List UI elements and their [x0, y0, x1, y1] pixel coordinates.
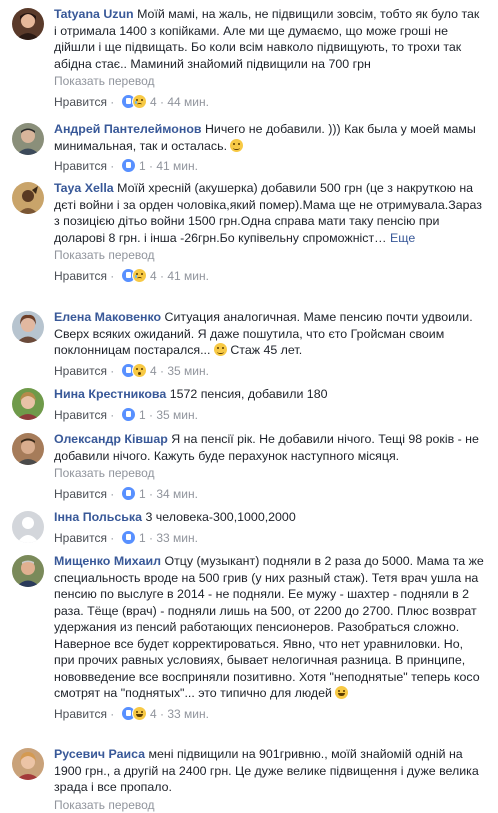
comment-time[interactable]: 33 мин. — [156, 531, 198, 545]
like-reaction-icon — [121, 486, 136, 501]
reactions-badge[interactable] — [121, 706, 147, 726]
reaction-count: 4 — [150, 707, 157, 721]
smile-emoji-icon — [214, 343, 227, 356]
comment-text: Моїй хресній (акушерка) добавили 500 грн… — [54, 181, 482, 245]
comment-time[interactable]: 33 мин. — [167, 707, 209, 721]
comment-actions: Нравится · 4 · 41 мин. — [54, 268, 484, 288]
show-translation-link[interactable]: Показать перевод — [54, 797, 484, 813]
like-reaction-icon — [121, 407, 136, 422]
comment-time[interactable]: 41 мин. — [167, 269, 209, 283]
comment-author[interactable]: Tatyana Uzun — [54, 7, 134, 21]
avatar[interactable] — [12, 311, 44, 343]
like-button[interactable]: Нравится — [54, 269, 107, 283]
avatar[interactable] — [12, 555, 44, 587]
reactions-badge[interactable] — [121, 486, 136, 506]
comment-author[interactable]: Русевич Раиса — [54, 747, 145, 761]
show-translation-link[interactable]: Показать перевод — [54, 73, 484, 90]
avatar[interactable] — [12, 388, 44, 420]
avatar[interactable] — [12, 123, 44, 155]
comment-actions: Нравится · 1 · 41 мин. — [54, 158, 484, 178]
comment-actions: Нравится · 4 · 44 мин. — [54, 94, 484, 114]
comment-actions: Нравится · 4 · 33 мин. — [54, 706, 484, 726]
comment-author[interactable]: Інна Польська — [54, 510, 142, 524]
haha-reaction-icon — [132, 706, 147, 721]
avatar[interactable] — [12, 433, 44, 465]
reactions-badge[interactable] — [121, 530, 136, 550]
like-button[interactable]: Нравится — [54, 364, 107, 378]
comment-actions: Нравится · 4 · 35 мин. — [54, 363, 484, 383]
reaction-count: 1 — [139, 531, 146, 545]
sad-reaction-icon — [132, 94, 147, 109]
reaction-count: 1 — [139, 408, 146, 422]
reactions-badge[interactable] — [121, 407, 136, 427]
show-translation-link[interactable]: Показать перевод — [54, 247, 484, 264]
show-translation-link[interactable]: Показать перевод — [54, 465, 484, 482]
comment-actions: Нравится · 1 · 33 мин. — [54, 530, 484, 550]
comment-text: 1572 пенсия, добавили 180 — [170, 387, 328, 401]
like-button[interactable]: Нравится — [54, 707, 107, 721]
comment-author[interactable]: Елена Маковенко — [54, 310, 161, 324]
see-more-link[interactable]: Еще — [390, 231, 415, 245]
avatar[interactable] — [12, 511, 44, 543]
reactions-badge[interactable] — [121, 94, 147, 114]
smile-emoji-icon — [230, 139, 243, 152]
reaction-count: 1 — [139, 487, 146, 501]
wow-reaction-icon — [132, 363, 147, 378]
reactions-badge[interactable] — [121, 268, 147, 288]
comment-author[interactable]: Андрей Пантелеймонов — [54, 122, 202, 136]
comment-time[interactable]: 44 мин. — [167, 95, 209, 109]
comment-text: Отцу (музыкант) подняли в 2 раза до 5000… — [54, 554, 484, 700]
reaction-count: 4 — [150, 364, 157, 378]
avatar[interactable] — [12, 748, 44, 780]
comment-author[interactable]: Мищенко Михаил — [54, 554, 161, 568]
like-button[interactable]: Нравится — [54, 408, 107, 422]
comments-feed: Tatyana Uzun Моїй мамі, на жаль, не підв… — [0, 0, 498, 810]
avatar[interactable] — [12, 182, 44, 214]
like-button[interactable]: Нравится — [54, 487, 107, 501]
comment-author[interactable]: Нина Крестникова — [54, 387, 166, 401]
comment-text-continued: Стаж 45 лет. — [227, 343, 302, 357]
grin-emoji-icon — [335, 686, 348, 699]
reaction-count: 4 — [150, 269, 157, 283]
comment-time[interactable]: 35 мин. — [156, 408, 198, 422]
comment-text: 3 человека-300,1000,2000 — [145, 510, 295, 524]
comment-time[interactable]: 35 мин. — [167, 364, 209, 378]
like-button[interactable]: Нравится — [54, 531, 107, 545]
reaction-count: 1 — [139, 159, 146, 173]
comment-time[interactable]: 34 мин. — [156, 487, 198, 501]
reaction-count: 4 — [150, 95, 157, 109]
like-reaction-icon — [121, 158, 136, 173]
comment-time[interactable]: 41 мин. — [156, 159, 198, 173]
reactions-badge[interactable] — [121, 363, 147, 383]
like-reaction-icon — [121, 530, 136, 545]
comment-actions: Нравится · 1 · 35 мин. — [54, 407, 484, 427]
comment-author[interactable]: Taya Xella — [54, 181, 114, 195]
comment-author[interactable]: Олександр Ківшар — [54, 432, 168, 446]
reactions-badge[interactable] — [121, 158, 136, 178]
comment-actions: Нравится · 1 · 34 мин. — [54, 486, 484, 506]
sad-reaction-icon — [132, 268, 147, 283]
avatar[interactable] — [12, 8, 44, 40]
like-button[interactable]: Нравится — [54, 159, 107, 173]
like-button[interactable]: Нравится — [54, 95, 107, 109]
